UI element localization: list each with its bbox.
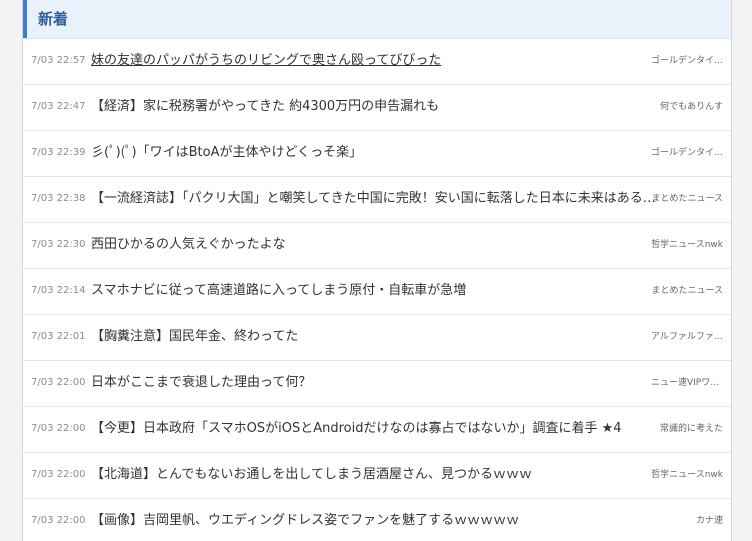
article-row: 7/03 22:00 【今更】日本政府「スマホOSがiOSとAndroidだけなの… — [23, 407, 731, 453]
article-time: 7/03 22:14 — [31, 285, 86, 296]
article-title-link[interactable]: 西田ひかるの人気えぐかったよな — [91, 236, 656, 254]
article-source-link[interactable]: 哲学ニュースnwk — [651, 468, 723, 482]
article-title-link[interactable]: 【今更】日本政府「スマホOSがiOSとAndroidだけなのは寡占ではないか」調… — [91, 420, 656, 438]
article-title-link[interactable]: 【経済】家に税務署がやってきた 約4300万円の申告漏れも — [91, 98, 656, 116]
article-time: 7/03 22:00 — [31, 377, 86, 388]
article-title-link[interactable]: 日本がここまで衰退した理由って何？ — [91, 374, 656, 392]
article-title-link[interactable]: 【胸糞注意】国民年金、終わってた — [91, 328, 656, 346]
article-row: 7/03 22:57 妹の友達のパッパがうちのリビングで奥さん殴ってびびった ゴール… — [23, 39, 731, 85]
article-title-link[interactable]: 【北海道】とんでもないお通しを出してしまう居酒屋さん、見つかるｗｗｗ — [91, 466, 656, 484]
article-row: 7/03 22:39 彡(ﾟ)(ﾟ)「ワイはBtoAが主体やけどくっそ楽」 ゴールデ… — [23, 131, 731, 177]
article-row: 7/03 22:14 スマホナビに従って高速道路に入ってしまう原付・自転車が急増ま… — [23, 269, 731, 315]
news-panel: 新着 7/03 22:57 妹の友達のパッパがうちのリビングで奥さん殴ってびびった… — [22, 0, 732, 541]
article-row: 7/03 22:38 【一流経済誌】「パクリ大国」と嘲笑してきた中国に完敗！安い国… — [23, 177, 731, 223]
article-time: 7/03 22:30 — [31, 239, 86, 250]
article-time: 7/03 22:01 — [31, 331, 86, 342]
article-time: 7/03 22:39 — [31, 147, 86, 158]
article-title-link[interactable]: 【一流経済誌】「パクリ大国」と嘲笑してきた中国に完敗！安い国に転落した日本に未来… — [91, 190, 656, 208]
article-source-link[interactable]: まとめたニュース — [651, 284, 723, 298]
article-source-link[interactable]: まとめたニュース — [651, 192, 723, 206]
article-row: 7/03 22:00 【画像】吉岡里帆、ウエディングドレス姿でファンを魅了するｗｗ… — [23, 499, 731, 541]
section-header: 新着 — [23, 0, 731, 39]
article-time: 7/03 22:38 — [31, 193, 86, 204]
article-time: 7/03 22:57 — [31, 55, 86, 66]
article-time: 7/03 22:00 — [31, 469, 86, 480]
article-time: 7/03 22:47 — [31, 101, 86, 112]
article-row: 7/03 22:47 【経済】家に税務署がやってきた 約4300万円の申告漏れも何… — [23, 85, 731, 131]
article-time: 7/03 22:00 — [31, 423, 86, 434]
article-source-link[interactable]: ニュー速VIPワイド — [651, 376, 723, 390]
article-source-link[interactable]: ゴールデンタイムズ — [651, 146, 723, 160]
article-title-link[interactable]: 【画像】吉岡里帆、ウエディングドレス姿でファンを魅了するｗｗｗｗｗ — [91, 512, 656, 530]
article-row: 7/03 22:00 日本がここまで衰退した理由って何？ ニュー速VIPワイド — [23, 361, 731, 407]
article-title-link[interactable]: 彡(ﾟ)(ﾟ)「ワイはBtoAが主体やけどくっそ楽」 — [91, 144, 656, 162]
article-source-link[interactable]: 哲学ニュースnwk — [651, 238, 723, 252]
section-title: 新着 — [38, 10, 69, 28]
article-source-link[interactable]: カナ速 — [651, 514, 723, 528]
article-source-link[interactable]: 常識的に考えた — [651, 422, 723, 436]
article-title-link[interactable]: 妹の友達のパッパがうちのリビングで奥さん殴ってびびった — [91, 52, 656, 70]
article-title-link[interactable]: スマホナビに従って高速道路に入ってしまう原付・自転車が急増 — [91, 282, 656, 300]
article-row: 7/03 22:30 西田ひかるの人気えぐかったよな 哲学ニュースnwk — [23, 223, 731, 269]
article-list: 7/03 22:57 妹の友達のパッパがうちのリビングで奥さん殴ってびびった ゴール… — [23, 39, 731, 541]
article-source-link[interactable]: 何でもありんす — [651, 100, 723, 114]
article-time: 7/03 22:00 — [31, 515, 86, 526]
article-row: 7/03 22:01 【胸糞注意】国民年金、終わってたアルファルファモザ… — [23, 315, 731, 361]
article-source-link[interactable]: ゴールデンタイムズ — [651, 54, 723, 68]
article-row: 7/03 22:00 【北海道】とんでもないお通しを出してしまう居酒屋さん、見つか… — [23, 453, 731, 499]
header-accent-bar — [23, 0, 27, 38]
article-source-link[interactable]: アルファルファモザ… — [651, 330, 723, 344]
